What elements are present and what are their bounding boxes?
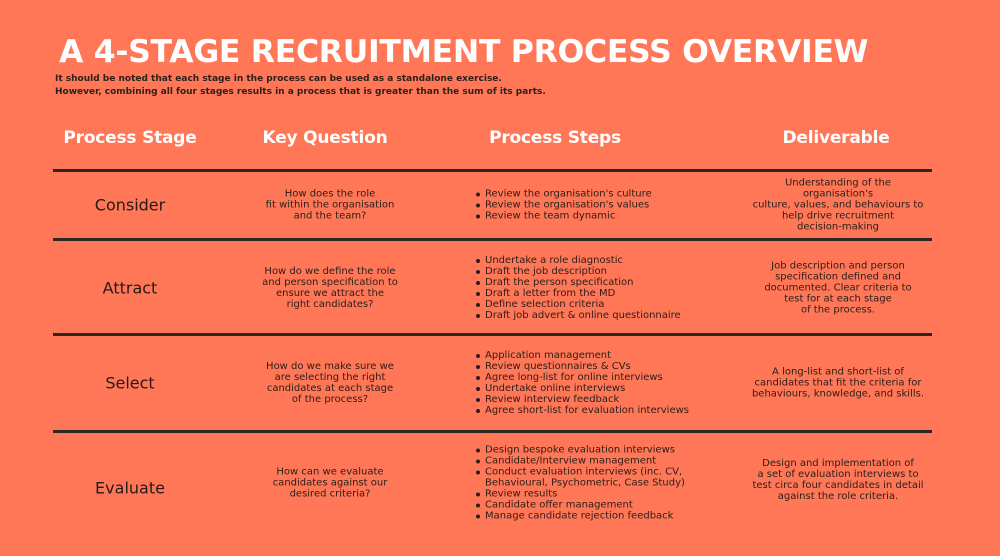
stage-name: Select: [105, 373, 155, 393]
intro-line-1: It should be noted that each stage in th…: [55, 74, 502, 84]
process-steps-list: Review the organisation's culture Review…: [474, 189, 734, 222]
header-key-question: Key Question: [262, 128, 388, 148]
key-question: How do we make sure we are selecting the…: [266, 361, 394, 405]
divider-rule: [53, 238, 932, 241]
deliverable-text: A long-list and short-list of candidates…: [751, 366, 925, 400]
process-step: Agree long-list for online interviews: [474, 372, 734, 383]
stage-name: Consider: [94, 195, 166, 215]
process-step: Agree short-list for evaluation intervie…: [474, 405, 734, 416]
process-step: Draft the job description: [474, 266, 734, 277]
process-steps-list: Application management Review questionna…: [474, 350, 734, 416]
divider-rule: [53, 430, 932, 433]
process-step: Review questionnaires & CVs: [474, 361, 734, 372]
process-step: Draft the person specification: [474, 277, 734, 288]
process-step: Define selection criteria: [474, 299, 734, 310]
process-steps-list: Design bespoke evaluation interviews Can…: [474, 445, 734, 522]
key-question: How do we define the role and person spe…: [262, 266, 398, 310]
header-process-stage: Process Stage: [63, 128, 197, 148]
deliverable-text: Understanding of the organisation's cult…: [752, 177, 924, 233]
process-step: Application management: [474, 350, 734, 361]
deliverable-text: Design and implementation of a set of ev…: [752, 458, 924, 502]
process-step: Draft a letter from the MD: [474, 288, 734, 299]
process-steps-list: Undertake a role diagnostic Draft the jo…: [474, 255, 734, 321]
divider-rule: [53, 333, 932, 336]
header-process-steps: Process Steps: [489, 128, 621, 148]
process-step: Conduct evaluation interviews (inc. CV, …: [474, 467, 734, 489]
process-step: Review the team dynamic: [474, 211, 734, 222]
intro-text: It should be noted that each stage in th…: [55, 73, 546, 99]
process-step: Review the organisation's values: [474, 200, 734, 211]
deliverable-text: Job description and person specification…: [764, 260, 912, 316]
process-step: Review interview feedback: [474, 394, 734, 405]
stage-name: Attract: [102, 278, 158, 298]
page-title: A 4-STAGE RECRUITMENT PROCESS OVERVIEW: [59, 34, 869, 70]
process-step: Candidate offer management: [474, 500, 734, 511]
process-step: Candidate/Interview management: [474, 456, 734, 467]
intro-line-2: However, combining all four stages resul…: [55, 87, 546, 97]
divider-rule: [53, 169, 932, 172]
process-step: Undertake online interviews: [474, 383, 734, 394]
process-step: Manage candidate rejection feedback: [474, 511, 734, 522]
key-question: How does the role fit within the organis…: [265, 188, 395, 222]
process-step: Undertake a role diagnostic: [474, 255, 734, 266]
process-step: Draft job advert & online questionnaire: [474, 310, 734, 321]
key-question: How can we evaluate candidates against o…: [272, 466, 388, 500]
process-step: Design bespoke evaluation interviews: [474, 445, 734, 456]
process-step: Review the organisation's culture: [474, 189, 734, 200]
stage-name: Evaluate: [95, 478, 165, 498]
header-deliverable: Deliverable: [782, 128, 890, 148]
process-step: Review results: [474, 489, 734, 500]
